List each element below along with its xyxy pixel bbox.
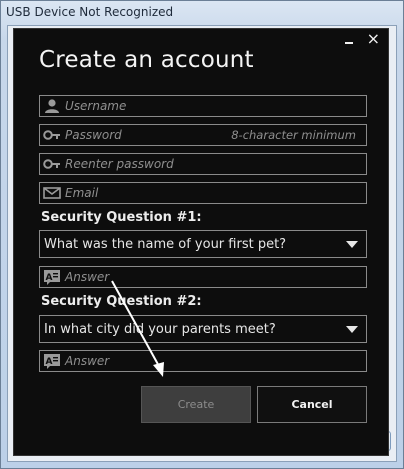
dialog-controls: × bbox=[344, 31, 380, 48]
user-icon bbox=[45, 99, 59, 113]
key-icon bbox=[43, 159, 60, 169]
security-answer-1-field[interactable]: A Answer bbox=[39, 266, 367, 288]
email-placeholder: Email bbox=[65, 186, 99, 200]
window-title: USB Device Not Recognized bbox=[6, 5, 174, 19]
security-question-1-label: Security Question #1: bbox=[41, 210, 202, 225]
cancel-button[interactable]: Cancel bbox=[257, 386, 367, 423]
text-answer-icon: A bbox=[44, 270, 60, 285]
envelope-icon bbox=[43, 187, 61, 199]
page-title: Create an account bbox=[39, 47, 254, 73]
security-answer-2-placeholder: Answer bbox=[65, 354, 110, 368]
minimize-icon[interactable] bbox=[344, 31, 353, 48]
create-button[interactable]: Create bbox=[141, 386, 251, 423]
reenter-password-field[interactable]: Reenter password bbox=[39, 153, 367, 175]
username-placeholder: Username bbox=[65, 99, 127, 113]
close-icon[interactable]: × bbox=[367, 31, 380, 48]
security-question-2-select[interactable]: In what city did your parents meet? bbox=[39, 315, 367, 343]
security-answer-1-placeholder: Answer bbox=[65, 270, 110, 284]
username-field[interactable]: Username bbox=[39, 95, 367, 117]
security-question-2-value: In what city did your parents meet? bbox=[44, 322, 276, 337]
text-answer-icon: A bbox=[44, 354, 60, 369]
password-placeholder: Password bbox=[65, 128, 122, 142]
key-icon bbox=[43, 130, 60, 140]
create-account-dialog: × Create an account Username Password 8-… bbox=[13, 28, 389, 456]
security-answer-2-field[interactable]: A Answer bbox=[39, 350, 367, 372]
svg-text:A: A bbox=[46, 357, 53, 367]
password-hint: 8-character minimum bbox=[231, 128, 356, 142]
email-field[interactable]: Email bbox=[39, 182, 367, 204]
svg-text:A: A bbox=[46, 273, 53, 283]
chevron-down-icon[interactable] bbox=[346, 326, 358, 333]
security-question-1-value: What was the name of your first pet? bbox=[44, 237, 287, 252]
password-field[interactable]: Password 8-character minimum bbox=[39, 124, 367, 146]
reenter-password-placeholder: Reenter password bbox=[65, 157, 174, 171]
security-question-2-label: Security Question #2: bbox=[41, 294, 202, 309]
security-question-1-select[interactable]: What was the name of your first pet? bbox=[39, 230, 367, 258]
chevron-down-icon[interactable] bbox=[346, 241, 358, 248]
